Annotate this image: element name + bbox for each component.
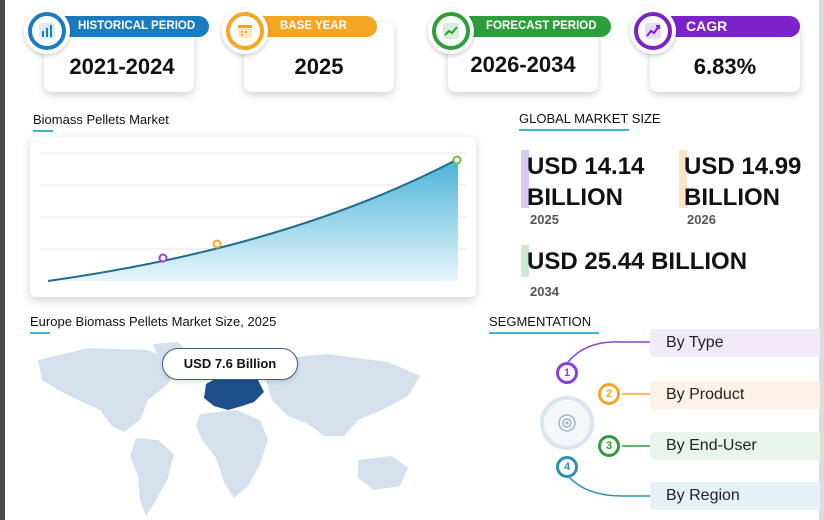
cagr-badge [630,8,676,54]
target-icon [558,414,576,432]
stat-2026-value-line1: USD 14.99 [684,153,802,180]
chart-area [48,159,458,281]
forecast-period-value: 2026-2034 [470,52,576,77]
base-year-value: 2025 [294,54,344,79]
market-chart-title: Biomass Pellets Market [33,112,169,127]
segment-label-region: By Region [666,487,740,504]
base-year-badge [222,8,268,54]
stat-2025-year: 2025 [530,212,559,227]
global-market-size-title: GLOBAL MARKET SIZE [519,111,661,126]
segment-number-4: 4 [556,456,578,478]
global-market-size-underline [519,129,629,131]
segment-number-3: 3 [598,435,620,457]
stat-2026-year: 2026 [687,212,716,227]
forecast-period-label: FORECAST PERIOD [452,16,611,37]
south-america-shape [130,438,174,516]
segment-row-end-user[interactable]: By End-User [650,432,820,460]
historical-period-badge [24,8,70,54]
segment-label-end-user: By End-User [666,437,757,454]
europe-market-title-underline [30,332,50,334]
forecast-chart-icon [443,23,459,39]
segmentation-hub [540,396,594,450]
forecast-period-badge [428,8,474,54]
stat-2025-value-line1: USD 14.14 [527,153,645,180]
segment-row-product[interactable]: By Product [650,381,820,409]
bar-chart-icon [39,23,55,39]
africa-shape [196,410,268,498]
europe-market-size-label: USD 7.6 Billion [162,348,298,380]
stat-2025-value-line2: BILLION [527,184,623,211]
calendar-icon [238,25,252,38]
north-america-shape [38,348,178,432]
segment-row-region[interactable]: By Region [650,482,820,510]
stat-2026-value-line2: BILLION [684,184,780,211]
segment-number-1: 1 [556,362,578,384]
historical-period-value: 2021-2024 [69,54,175,79]
left-window-edge [0,0,5,520]
market-chart-panel [30,137,476,297]
segment-label-type: By Type [666,334,724,351]
cagr-value: 6.83% [693,54,757,79]
segment-number-2: 2 [598,383,620,405]
stat-2034-value: USD 25.44 BILLION [527,248,748,275]
segment-row-type[interactable]: By Type [650,329,820,357]
chart-marker-2021 [158,253,168,263]
chart-marker-2025 [212,239,222,249]
segmentation-title: SEGMENTATION [489,314,592,329]
market-growth-chart [40,152,466,282]
australia-shape [358,456,408,490]
chart-marker-2034 [452,155,462,165]
growth-chart-icon [645,23,661,39]
market-chart-title-underline [33,130,53,132]
europe-market-title: Europe Biomass Pellets Market Size, 2025 [30,314,277,329]
segment-label-product: By Product [666,386,745,403]
stat-2034-year: 2034 [530,284,559,299]
